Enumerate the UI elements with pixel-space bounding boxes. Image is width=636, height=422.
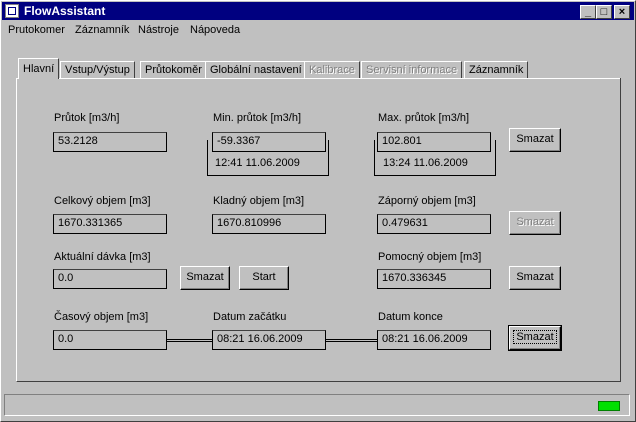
close-button[interactable]: ×	[614, 5, 630, 19]
min-flow-value-field: -59.3367	[212, 132, 326, 152]
tab-prutokomer[interactable]: Průtokoměr	[140, 61, 207, 78]
time-volume-connector	[167, 339, 212, 342]
clear-dose-button[interactable]: Smazat	[180, 266, 230, 290]
end-date-field: 08:21 16.06.2009	[377, 330, 491, 350]
menu-napoveda[interactable]: Nápoveda	[190, 24, 240, 36]
menu-zaznamnik[interactable]: Záznamník	[75, 24, 129, 36]
flow-value-field: 53.2128	[53, 132, 167, 152]
positive-volume-label: Kladný objem [m3]	[213, 195, 305, 207]
tab-globalni-nastaveni[interactable]: Globální nastavení	[205, 61, 307, 78]
current-dose-label: Aktuální dávka [m3]	[54, 251, 151, 263]
status-bar	[4, 394, 630, 416]
flow-label: Průtok [m3/h]	[54, 112, 120, 124]
start-date-label: Datum začátku	[213, 311, 287, 323]
start-dose-button[interactable]: Start	[239, 266, 289, 290]
maximize-button[interactable]: □	[596, 5, 612, 19]
time-volume-field: 0.0	[53, 330, 167, 350]
min-flow-label: Min. průtok [m3/h]	[213, 112, 302, 124]
date-range-connector	[326, 339, 377, 342]
clear-time-volume-button[interactable]: Smazat	[508, 325, 562, 351]
menu-prutokomer[interactable]: Prutokomer	[8, 24, 65, 36]
status-indicator-led	[598, 401, 620, 411]
app-icon[interactable]	[5, 4, 19, 18]
menu-nastroje[interactable]: Nástroje	[138, 24, 179, 36]
window-title: FlowAssistant	[24, 4, 106, 18]
total-volume-field: 1670.331365	[53, 214, 167, 234]
minimize-button[interactable]: _	[580, 5, 596, 19]
current-dose-field: 0.0	[53, 269, 167, 289]
max-flow-time: 13:24 11.06.2009	[381, 157, 470, 169]
clear-negative-volume-button[interactable]: Smazat	[509, 211, 561, 235]
tab-kalibrace[interactable]: Kalibrace	[304, 61, 360, 78]
negative-volume-field: 0.479631	[377, 214, 491, 234]
positive-volume-field: 1670.810996	[212, 214, 326, 234]
clear-aux-volume-button[interactable]: Smazat	[509, 266, 561, 290]
negative-volume-label: Záporný objem [m3]	[378, 195, 476, 207]
clear-min-max-flow-button[interactable]: Smazat	[509, 128, 561, 152]
tab-hlavni[interactable]: Hlavní	[18, 58, 60, 79]
tab-vstup-vystup[interactable]: Vstup/Výstup	[60, 61, 135, 78]
clear-time-volume-label: Smazat	[513, 330, 557, 344]
aux-volume-field: 1670.336345	[377, 269, 491, 289]
tab-zaznamnik[interactable]: Záznamník	[464, 61, 529, 78]
aux-volume-label: Pomocný objem [m3]	[378, 251, 482, 263]
total-volume-label: Celkový objem [m3]	[54, 195, 151, 207]
time-volume-label: Časový objem [m3]	[54, 311, 149, 323]
title-bar[interactable]: FlowAssistant _ □ ×	[2, 2, 634, 20]
min-flow-time: 12:41 11.06.2009	[213, 157, 302, 169]
end-date-label: Datum konce	[378, 311, 443, 323]
max-flow-label: Max. průtok [m3/h]	[378, 112, 470, 124]
max-flow-value-field: 102.801	[377, 132, 491, 152]
tab-servisni-informace[interactable]: Servisní informace	[361, 61, 463, 78]
start-date-field: 08:21 16.06.2009	[212, 330, 326, 350]
